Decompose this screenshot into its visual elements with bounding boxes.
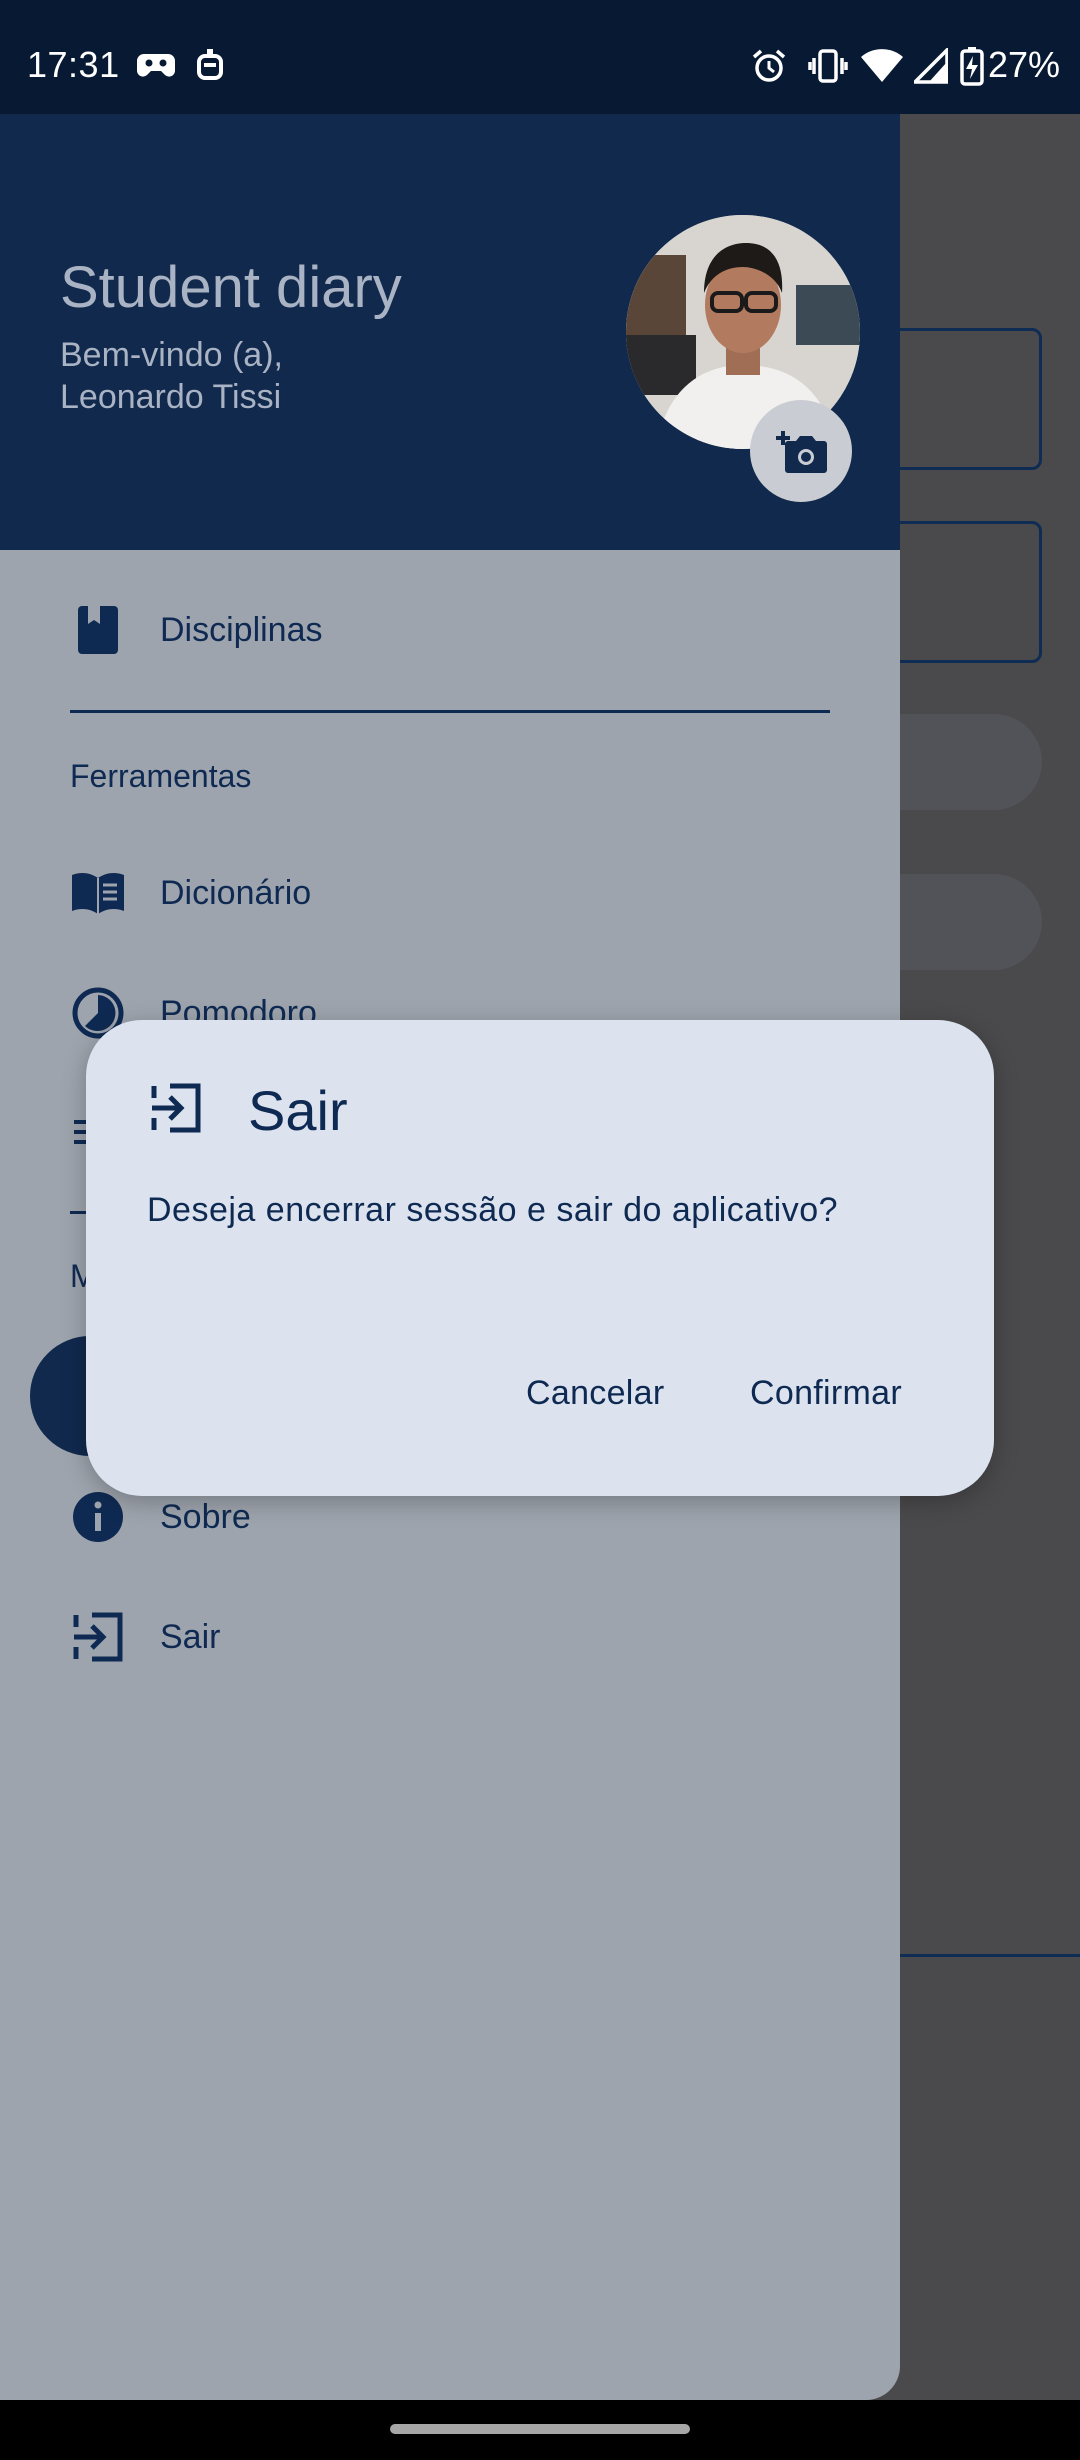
info-icon xyxy=(73,1492,123,1542)
drawer-item-label: Disciplinas xyxy=(160,611,323,649)
logout-icon xyxy=(151,1083,201,1133)
confirm-button[interactable]: Confirmar xyxy=(746,1366,906,1421)
logout-dialog: Sair Deseja encerrar sessão e sair do ap… xyxy=(86,1020,994,1496)
cell-signal-icon xyxy=(914,48,948,84)
add-photo-icon xyxy=(776,431,827,473)
home-gesture-handle[interactable] xyxy=(390,2424,690,2434)
dialog-title: Sair xyxy=(248,1079,348,1142)
open-book-icon xyxy=(72,873,124,914)
cancel-button[interactable]: Cancelar xyxy=(522,1366,668,1421)
welcome-text: Bem-vindo (a), Leonardo Tissi xyxy=(60,334,283,418)
change-photo-button[interactable] xyxy=(750,400,852,502)
welcome-greeting: Bem-vindo (a), xyxy=(60,336,283,374)
drawer-divider xyxy=(70,710,830,713)
battery-charging-icon xyxy=(960,47,984,86)
drawer-item-sair[interactable]: Sair xyxy=(0,1582,900,1692)
status-time: 17:31 xyxy=(27,44,120,85)
user-name: Leonardo Tissi xyxy=(60,378,282,416)
book-icon xyxy=(78,606,118,654)
logout-icon xyxy=(73,1612,123,1662)
dialog-message: Deseja encerrar sessão e sair do aplicat… xyxy=(147,1191,839,1229)
wifi-icon xyxy=(861,49,903,82)
battery-percent: 27% xyxy=(988,44,1061,85)
alarm-icon xyxy=(752,49,786,82)
drawer-item-label: Sair xyxy=(160,1618,221,1656)
game-controller-icon xyxy=(137,54,175,77)
drawer-item-label: Sobre xyxy=(160,1498,251,1536)
drawer-item-label: Dicionário xyxy=(160,874,312,912)
background-divider xyxy=(880,1954,1080,1957)
robot-icon xyxy=(197,49,223,80)
drawer-item-dicionario[interactable]: Dicionário xyxy=(0,838,900,948)
system-navigation-bar xyxy=(0,2400,1080,2460)
section-title-tools: Ferramentas xyxy=(70,758,252,794)
drawer-header: Student diary Bem-vindo (a), Leonardo Ti… xyxy=(0,114,900,550)
vibrate-icon xyxy=(808,49,848,83)
app-title: Student diary xyxy=(60,255,402,320)
status-bar: 17:31 27% xyxy=(0,0,1080,114)
drawer-item-disciplinas[interactable]: Disciplinas xyxy=(0,575,900,685)
